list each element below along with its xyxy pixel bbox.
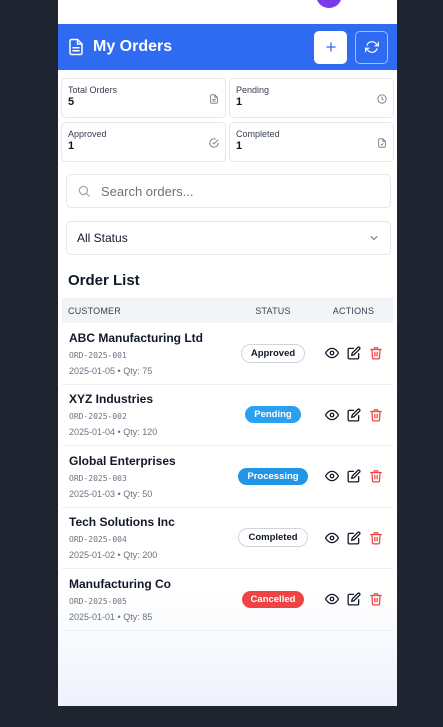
view-icon[interactable] bbox=[324, 592, 339, 606]
customer-cell: ABC Manufacturing Ltd ORD-2025-001 2025-01… bbox=[62, 331, 232, 376]
table-row[interactable]: Tech Solutions Inc ORD-2025-004 2025-01-02… bbox=[62, 508, 393, 569]
customer-cell: XYZ Industries ORD-2025-002 2025-01-04 • Q… bbox=[62, 392, 232, 437]
table-row[interactable]: XYZ Industries ORD-2025-002 2025-01-04 • Q… bbox=[62, 385, 393, 446]
status-badge: Processing bbox=[238, 467, 308, 485]
stat-card-completed: Completed 1 bbox=[229, 122, 394, 162]
status-cell: Pending bbox=[232, 406, 314, 424]
search-box bbox=[66, 174, 391, 208]
customer-name: XYZ Industries bbox=[69, 392, 154, 407]
actions-cell bbox=[314, 531, 393, 545]
stat-card-total: Total Orders 5 bbox=[61, 78, 226, 118]
customer-cell: Tech Solutions Inc ORD-2025-004 2025-01-02… bbox=[62, 515, 232, 560]
file-icon bbox=[210, 94, 218, 104]
refresh-icon bbox=[364, 41, 379, 53]
orders-table: CUSTOMER STATUS ACTIONS ABC Manufacturin… bbox=[62, 298, 393, 631]
view-icon[interactable] bbox=[324, 346, 339, 360]
stat-card-pending: Pending 1 bbox=[229, 78, 394, 118]
chevron-down-icon bbox=[370, 236, 378, 240]
plus-icon bbox=[325, 42, 336, 52]
table-header: CUSTOMER STATUS ACTIONS bbox=[62, 298, 393, 323]
order-meta: 2025-01-05 • Qty: 75 bbox=[69, 365, 153, 376]
section-title: Order List bbox=[68, 272, 140, 289]
status-cell: Completed bbox=[232, 528, 314, 548]
order-code: ORD-2025-002 bbox=[69, 412, 127, 422]
customer-cell: Global Enterprises ORD-2025-003 2025-01-03… bbox=[62, 454, 232, 499]
column-header-actions: ACTIONS bbox=[332, 305, 375, 316]
edit-icon[interactable] bbox=[347, 408, 361, 422]
clock-icon bbox=[377, 94, 387, 104]
stat-value: 1 bbox=[236, 96, 243, 108]
actions-cell bbox=[314, 469, 393, 483]
refresh-button[interactable] bbox=[355, 30, 388, 64]
stat-label: Pending bbox=[236, 85, 270, 95]
stat-value: 5 bbox=[68, 96, 75, 108]
app-header: My Orders bbox=[58, 24, 397, 70]
check-circle-icon bbox=[209, 138, 219, 148]
search-icon bbox=[78, 185, 90, 197]
edit-icon[interactable] bbox=[347, 531, 361, 545]
table-row[interactable]: ABC Manufacturing Ltd ORD-2025-001 2025-01… bbox=[62, 323, 393, 385]
actions-cell bbox=[314, 592, 393, 606]
status-badge: Pending bbox=[245, 406, 301, 424]
table-row[interactable]: Global Enterprises ORD-2025-003 2025-01-03… bbox=[62, 446, 393, 508]
stat-value: 1 bbox=[236, 140, 243, 152]
status-badge: Completed bbox=[238, 528, 308, 548]
order-code: ORD-2025-001 bbox=[69, 350, 127, 360]
column-header-customer: CUSTOMER bbox=[68, 305, 121, 316]
actions-cell bbox=[314, 408, 393, 422]
order-meta: 2025-01-04 • Qty: 120 bbox=[69, 427, 158, 438]
order-code: ORD-2025-005 bbox=[69, 596, 127, 606]
actions-cell bbox=[314, 346, 393, 360]
order-meta: 2025-01-03 • Qty: 50 bbox=[69, 488, 153, 499]
edit-icon[interactable] bbox=[347, 592, 361, 606]
table-row[interactable]: Manufacturing Co ORD-2025-005 2025-01-01 •… bbox=[62, 569, 393, 631]
edit-icon[interactable] bbox=[347, 346, 361, 360]
stat-card-approved: Approved 1 bbox=[61, 122, 226, 162]
table-body: ABC Manufacturing Ltd ORD-2025-001 2025-01… bbox=[62, 323, 393, 631]
delete-icon[interactable] bbox=[369, 592, 383, 606]
order-code: ORD-2025-004 bbox=[69, 535, 127, 545]
stat-label: Total Orders bbox=[68, 85, 118, 95]
status-cell: Cancelled bbox=[232, 590, 314, 608]
stats-grid: Total Orders 5 Pending 1 Approved 1 Comp… bbox=[58, 70, 397, 162]
page-title: My Orders bbox=[93, 38, 173, 55]
customer-name: Manufacturing Co bbox=[69, 576, 171, 591]
stat-label: Approved bbox=[68, 129, 107, 139]
column-header-status: STATUS bbox=[255, 305, 291, 316]
app-screen: My Orders Total Orders 5 Pending 1 Appro… bbox=[58, 0, 397, 706]
order-meta: 2025-01-01 • Qty: 85 bbox=[69, 611, 153, 622]
edit-icon[interactable] bbox=[347, 469, 361, 483]
delete-icon[interactable] bbox=[369, 346, 383, 360]
view-icon[interactable] bbox=[324, 469, 339, 483]
status-cell: Processing bbox=[232, 467, 314, 485]
view-icon[interactable] bbox=[324, 531, 339, 545]
document-icon bbox=[69, 38, 83, 56]
status-cell: Approved bbox=[232, 343, 314, 363]
status-badge: Cancelled bbox=[241, 590, 305, 608]
stat-value: 1 bbox=[68, 140, 75, 152]
status-filter-value: All Status bbox=[77, 231, 128, 245]
customer-name: Tech Solutions Inc bbox=[69, 515, 175, 530]
avatar[interactable] bbox=[316, 0, 342, 8]
file-check-icon bbox=[378, 138, 386, 148]
delete-icon[interactable] bbox=[369, 469, 383, 483]
order-meta: 2025-01-02 • Qty: 200 bbox=[69, 550, 158, 561]
status-badge: Approved bbox=[240, 343, 306, 363]
customer-name: Global Enterprises bbox=[69, 453, 176, 468]
search-input[interactable] bbox=[101, 183, 351, 199]
customer-cell: Manufacturing Co ORD-2025-005 2025-01-01 •… bbox=[62, 577, 232, 622]
status-filter-select[interactable]: All Status bbox=[66, 221, 391, 255]
stat-label: Completed bbox=[236, 129, 280, 139]
view-icon[interactable] bbox=[324, 408, 339, 422]
top-strip bbox=[58, 0, 397, 24]
add-order-button[interactable] bbox=[314, 30, 347, 64]
customer-name: ABC Manufacturing Ltd bbox=[69, 330, 203, 345]
delete-icon[interactable] bbox=[369, 531, 383, 545]
delete-icon[interactable] bbox=[369, 408, 383, 422]
order-code: ORD-2025-003 bbox=[69, 473, 127, 483]
